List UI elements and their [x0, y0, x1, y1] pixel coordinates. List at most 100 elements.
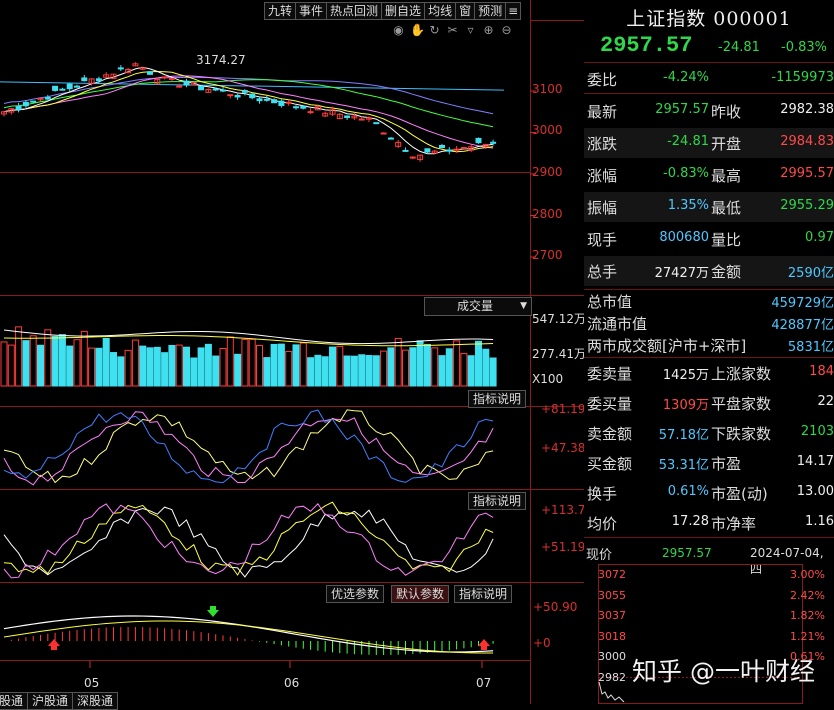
volume-bar — [51, 335, 59, 387]
volume-bar — [37, 344, 44, 387]
volume-bar — [416, 340, 424, 387]
candle-body — [15, 105, 22, 110]
kdj-axis-mid: +47.38 — [541, 441, 586, 455]
quote-row: 涨幅 -0.83% 最高 2995.57 — [584, 160, 834, 190]
market-row: 两市成交额[沪市+深市] 5831亿 — [584, 334, 834, 356]
candle-body — [373, 122, 380, 125]
stat-label: 平盘家数 — [711, 395, 772, 413]
volume-bar — [102, 337, 110, 387]
scissors-icon[interactable]: ✂ — [446, 24, 459, 37]
eye-icon[interactable]: ◉ — [392, 24, 405, 37]
forecast-button[interactable]: 预测 — [474, 2, 507, 20]
volume-bar — [263, 357, 271, 387]
hot-backtest-button[interactable]: 热点回测 — [326, 2, 383, 20]
volume-dropdown-label: 成交量 — [457, 299, 494, 313]
volume-bar — [161, 352, 169, 387]
stock-title: 上证指数 000001 — [626, 8, 792, 30]
candle-body — [293, 106, 299, 109]
volume-dropdown[interactable]: 成交量 ▼ — [424, 297, 532, 316]
tab-sz-connect[interactable]: 深股通 — [72, 692, 119, 710]
zoom-in-icon[interactable]: ⊕ — [482, 24, 495, 37]
stat-label: 最新 — [587, 103, 618, 121]
volume-bars — [0, 326, 497, 387]
volume-bar — [241, 338, 249, 387]
candle-body — [424, 148, 431, 153]
jiuzhuan-button[interactable]: 九转 — [264, 2, 297, 20]
remove-watchlist-button[interactable]: 删自选 — [381, 2, 426, 20]
preferred-params-button[interactable]: 优选参数 — [326, 585, 385, 603]
volume-bar — [15, 326, 23, 387]
volume-bar — [234, 353, 242, 387]
candle-body — [22, 101, 29, 107]
window-button[interactable]: 窗 — [455, 2, 476, 20]
candle-body — [168, 77, 175, 80]
candle-body — [256, 98, 263, 102]
stat-value: 53.31亿 — [658, 458, 709, 473]
hand-icon[interactable]: ✋ — [410, 24, 425, 37]
hamburger-icon[interactable]: ≡ — [505, 2, 522, 20]
tab-hk-connect[interactable]: 港股通 — [0, 692, 29, 710]
candle-body — [402, 149, 409, 152]
volume-bar — [431, 347, 439, 387]
date-tick: 07 — [476, 676, 492, 690]
macd-button-group: 优选参数 默认参数 指标说明 — [326, 585, 513, 603]
candle-body — [30, 100, 37, 103]
candle-body — [344, 115, 351, 118]
volume-bar — [350, 355, 358, 387]
kdj-j-line — [3, 409, 494, 484]
bottom-tabs: 港股通 沪股通 深股通 — [0, 692, 119, 710]
volume-bar — [110, 352, 117, 387]
volume-bar — [299, 342, 307, 387]
stat-value: 459729亿 — [771, 296, 834, 311]
volume-bar — [453, 340, 461, 387]
volume-bar — [482, 348, 490, 387]
stat-value: 184 — [809, 364, 834, 379]
price-change-pct: -0.83% — [781, 40, 827, 55]
watermark: 知乎 @一叶财经 — [632, 657, 815, 686]
indicator-help-button[interactable]: 指标说明 — [468, 390, 527, 408]
mini-price-tick: 3072 — [598, 568, 626, 581]
current-price: 2957.57 — [600, 33, 693, 58]
volume-bar — [285, 350, 293, 387]
candle-body — [220, 89, 226, 92]
stat-value: 5831亿 — [787, 340, 834, 355]
indicator-help-button[interactable]: 指标说明 — [468, 492, 527, 510]
stat-label: 振幅 — [587, 199, 618, 217]
indicator-help-button[interactable]: 指标说明 — [454, 585, 513, 603]
kdj-lines — [3, 409, 494, 486]
default-params-button[interactable]: 默认参数 — [391, 585, 450, 603]
stat-label: 上涨家数 — [711, 365, 772, 383]
mini-price-tick: 2982 — [598, 670, 626, 684]
refresh-icon[interactable]: ↻ — [428, 24, 441, 37]
candlestick-chart[interactable] — [0, 62, 505, 162]
moving-average-button[interactable]: 均线 — [424, 2, 457, 20]
stat-value: 2982.38 — [780, 102, 834, 117]
macd-axis-zero: +0 — [533, 636, 551, 650]
stat-value: 1309万 — [662, 398, 709, 413]
events-button[interactable]: 事件 — [295, 2, 328, 20]
volume-axis-mid: 277.41万 — [532, 347, 586, 361]
kdj-k-line — [3, 409, 494, 484]
volume-bar — [314, 354, 322, 387]
zoom-out-icon[interactable]: ⊖ — [500, 24, 513, 37]
volume-bar — [183, 346, 190, 387]
stat-label: 卖金额 — [587, 425, 633, 443]
quote-panel: 上证指数 000001 2957.57 -24.81 -0.83% 委比 -4.… — [584, 0, 834, 704]
quote-row: 总手 27427万 金额 2590亿 — [584, 256, 834, 286]
candle-body — [52, 85, 59, 91]
volume-bar — [489, 357, 497, 387]
now-price-value: 2957.57 — [662, 546, 712, 560]
chart-toolbar: 九转 事件 热点回测 删自选 均线 窗 预测 ≡ — [264, 2, 522, 20]
rsi-lines — [3, 501, 494, 579]
stat-label: 开盘 — [711, 135, 742, 153]
volume-bar — [475, 340, 482, 387]
candle-body — [59, 88, 66, 91]
stat-value: 27427万 — [654, 266, 709, 281]
tab-sh-connect[interactable]: 沪股通 — [27, 692, 74, 710]
stat-value: -0.83% — [663, 166, 709, 181]
volume-bar — [270, 343, 278, 387]
cup-icon[interactable]: ▿ — [464, 24, 477, 37]
candle-body — [241, 90, 248, 93]
volume-bar — [365, 355, 373, 387]
kdj-axis-top: +81.19 — [541, 402, 586, 416]
